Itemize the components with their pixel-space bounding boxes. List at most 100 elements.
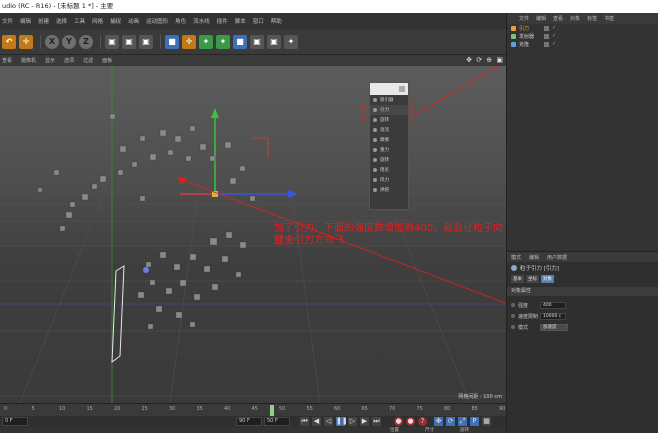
render-view-icon[interactable]: ▣: [105, 34, 119, 49]
enabled-check-icon[interactable]: ✓: [552, 33, 556, 39]
popup-item[interactable]: 烘焙: [370, 185, 408, 195]
object-row-gravity[interactable]: 引力 ✓: [507, 24, 658, 32]
axis-y-icon[interactable]: Y: [62, 34, 76, 49]
menu-item[interactable]: 脚本: [235, 17, 246, 25]
viewport-menu-camera[interactable]: 摄像机: [21, 57, 36, 64]
menu-item[interactable]: 选择: [56, 17, 67, 25]
array-icon[interactable]: ✦: [216, 34, 230, 49]
menu-item[interactable]: 流水线: [193, 17, 210, 25]
gizmo[interactable]: [180, 108, 298, 198]
visibility-icon[interactable]: [544, 25, 549, 31]
menu-item[interactable]: 编辑: [20, 17, 31, 25]
viewport-nav-icons[interactable]: ✥ ⟳ ⊕ ▣: [466, 56, 504, 64]
anim-dot-icon[interactable]: [511, 303, 515, 307]
next-key-icon[interactable]: ▶: [360, 417, 369, 426]
render-picture-icon[interactable]: ▣: [122, 34, 136, 49]
popup-item[interactable]: 旋转: [370, 155, 408, 165]
menu-item[interactable]: 角色: [175, 17, 186, 25]
objects-menu-bookmark[interactable]: 书签: [604, 15, 614, 22]
visibility-icon[interactable]: [544, 33, 549, 39]
menu-item[interactable]: 创建: [38, 17, 49, 25]
object-row-emitter[interactable]: 发射器 ✓: [507, 32, 658, 40]
menu-item[interactable]: 插件: [217, 17, 228, 25]
viewport-menu-options[interactable]: 选项: [64, 57, 74, 64]
scene-icon[interactable]: ▣: [250, 34, 264, 49]
rotate-key-icon[interactable]: ⟳: [446, 417, 455, 426]
start-frame-field[interactable]: 0 F: [2, 417, 28, 426]
move-icon[interactable]: ✛: [19, 34, 33, 49]
deformer-icon[interactable]: ■: [233, 34, 247, 49]
objects-menu-tag[interactable]: 标签: [587, 15, 597, 22]
render-settings-icon[interactable]: ▣: [139, 34, 153, 49]
speed-limit-input[interactable]: 10000 c: [540, 312, 566, 320]
menu-item[interactable]: 动画: [128, 17, 139, 25]
tab-basic[interactable]: 基本: [511, 275, 524, 283]
tab-coord[interactable]: 坐标: [526, 275, 539, 283]
camera-icon[interactable]: ▣: [267, 34, 281, 49]
menu-item[interactable]: 帮助: [271, 17, 282, 25]
object-row-cloner[interactable]: 克隆 ✓: [507, 40, 658, 48]
viewport-menu-panel[interactable]: 面板: [102, 57, 112, 64]
anim-dot-icon[interactable]: [511, 325, 515, 329]
playhead[interactable]: [270, 405, 274, 416]
end-frame-field[interactable]: 90 F: [236, 417, 262, 426]
objects-menu-file[interactable]: 文件: [519, 15, 529, 22]
record-icon[interactable]: ●: [394, 417, 403, 426]
anim-dot-icon[interactable]: [511, 314, 515, 318]
visibility-icon[interactable]: [544, 41, 549, 47]
menu-item[interactable]: 窗口: [253, 17, 264, 25]
menu-item[interactable]: 运动图形: [146, 17, 168, 25]
menu-item[interactable]: 捕捉: [110, 17, 121, 25]
popup-item-selected[interactable]: 引力: [370, 105, 408, 115]
play-back-icon[interactable]: ◁: [324, 417, 333, 426]
viewport-menu-filter[interactable]: 过滤: [83, 57, 93, 64]
menu-item[interactable]: 文件: [2, 17, 13, 25]
play-icon[interactable]: ▷: [348, 417, 357, 426]
popup-item-label: 阻尼: [380, 168, 389, 173]
go-start-icon[interactable]: ⏮: [300, 417, 309, 426]
timeline-tick: 25: [141, 406, 148, 412]
param-key-icon[interactable]: P: [470, 417, 479, 426]
popup-item[interactable]: 阻尼: [370, 165, 408, 175]
tab-edit[interactable]: 编辑: [529, 254, 539, 261]
popup-item[interactable]: 摩擦: [370, 135, 408, 145]
undo-icon[interactable]: ↶: [2, 34, 16, 49]
pen-icon[interactable]: ✛: [182, 34, 196, 49]
strength-input[interactable]: 400: [540, 301, 566, 309]
popup-item[interactable]: 湍流: [370, 125, 408, 135]
viewport-menu-view[interactable]: 查看: [2, 57, 12, 64]
emitter-outline[interactable]: [111, 265, 125, 364]
light-icon[interactable]: ✦: [284, 34, 298, 49]
popup-item[interactable]: 重力: [370, 145, 408, 155]
subdivision-icon[interactable]: ✦: [199, 34, 213, 49]
objects-menu-object[interactable]: 对象: [570, 15, 580, 22]
grid-key-icon[interactable]: ▦: [482, 417, 491, 426]
pause-icon[interactable]: ❚❚: [336, 417, 348, 426]
axis-z-icon[interactable]: Z: [79, 34, 93, 49]
scale-key-icon[interactable]: ⤢: [458, 417, 467, 426]
axis-x-icon[interactable]: X: [45, 34, 59, 49]
cube-icon[interactable]: ■: [165, 34, 179, 49]
go-end-icon[interactable]: ⏭: [372, 417, 381, 426]
popup-item[interactable]: 吸引器: [370, 95, 408, 105]
objects-menu-view[interactable]: 查看: [553, 15, 563, 22]
enabled-check-icon[interactable]: ✓: [552, 41, 556, 47]
3d-viewport[interactable]: 吸引器 引力 旋转 湍流 摩擦 重力 旋转 阻尼 风力 烘焙 加了引力，下面的强…: [0, 66, 506, 403]
keyframe-icon[interactable]: ?: [418, 417, 427, 426]
menu-item[interactable]: 工具: [74, 17, 85, 25]
menu-item[interactable]: 网格: [92, 17, 103, 25]
timeline-ruler[interactable]: 0 5 10 15 20 25 30 35 40 45 50 55 60 65 70 75 80 85 90: [0, 403, 506, 416]
popup-item[interactable]: 旋转: [370, 115, 408, 125]
popup-item[interactable]: 风力: [370, 175, 408, 185]
mode-select[interactable]: 加速度: [540, 323, 568, 331]
prev-key-icon[interactable]: ◀: [312, 417, 321, 426]
tab-mode[interactable]: 模式: [511, 254, 521, 261]
move-key-icon[interactable]: ✥: [434, 417, 443, 426]
viewport-menu-display[interactable]: 显示: [45, 57, 55, 64]
auto-key-icon[interactable]: ●: [406, 417, 415, 426]
tab-userdata[interactable]: 用户数据: [547, 254, 567, 261]
enabled-check-icon[interactable]: ✓: [552, 25, 556, 31]
current-frame-field[interactable]: 50 F: [264, 417, 290, 426]
objects-menu-edit[interactable]: 编辑: [536, 15, 546, 22]
tab-object[interactable]: 对象: [541, 275, 554, 283]
